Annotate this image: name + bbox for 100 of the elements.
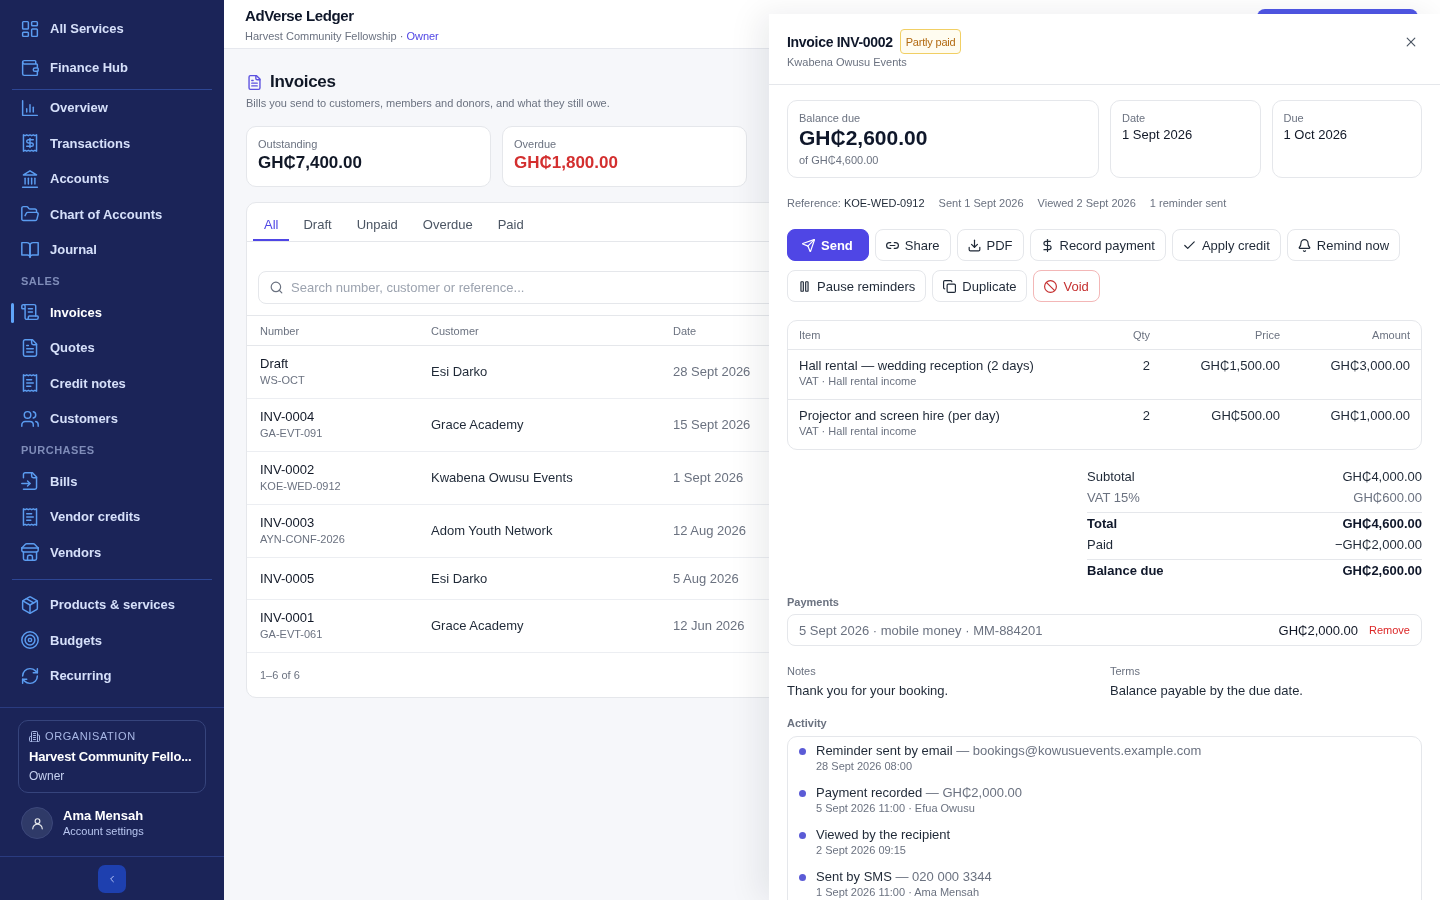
nav-item[interactable]: Finance Hub — [11, 48, 213, 87]
filter-tab[interactable]: Draft — [292, 203, 343, 241]
close-icon — [1404, 35, 1418, 49]
price-text: GH₵1,500.00 — [1199, 357, 1280, 374]
organisation-card[interactable]: ORGANISATION Harvest Community Fello... Owner — [18, 720, 206, 793]
status-badge: Partly paid — [899, 29, 962, 54]
total-label: Paid — [1087, 537, 1114, 552]
item-name: Hall rental — wedding reception (2 days) — [799, 357, 1035, 374]
stat-label: Outstanding — [258, 137, 319, 151]
paper-plane-icon — [802, 238, 815, 252]
nav-item[interactable]: Products & services — [11, 587, 213, 623]
balance-amount: GH₵2,600.00 — [799, 125, 929, 151]
nav-item[interactable]: Vendors — [11, 534, 213, 570]
column-header: Date — [673, 324, 698, 337]
action-button[interactable]: PDF — [956, 229, 1024, 261]
action-button[interactable]: Duplicate — [932, 270, 1028, 302]
invoice-number[interactable]: INV-0005 — [260, 569, 431, 587]
avatar-icon[interactable] — [21, 807, 53, 839]
action-button[interactable]: Remind now — [1286, 229, 1401, 261]
action-button[interactable]: Apply credit — [1171, 229, 1281, 261]
app-title: AdVerse Ledger — [245, 7, 355, 25]
nav-item[interactable]: Bills — [11, 463, 213, 499]
activity-time: 5 Sept 2026 11:00 · Efua Owusu — [816, 801, 976, 816]
customer-name: Grace Academy — [431, 417, 525, 432]
column-header: Amount — [1371, 329, 1410, 341]
customer-name: Esi Darko — [431, 364, 489, 379]
total-label: Balance due — [1087, 563, 1164, 578]
nav-item[interactable]: Vendor credits — [11, 499, 213, 535]
activity-time: 2 Sept 2026 09:15 — [816, 843, 907, 858]
folder-icon — [21, 205, 39, 224]
target-icon — [21, 631, 39, 650]
account-settings-link[interactable]: Account settings — [63, 823, 144, 839]
bar-chart-icon — [21, 98, 39, 117]
date-text: 12 Aug 2026 — [673, 523, 748, 538]
page-title: Invoices — [270, 71, 336, 93]
item-name: Projector and screen hire (per day) — [799, 407, 1001, 424]
nav-item[interactable]: Accounts — [11, 161, 213, 197]
action-button[interactable]: Pause reminders — [787, 270, 927, 302]
invoice-number[interactable]: Draft — [260, 355, 431, 372]
filter-tab[interactable]: Unpaid — [345, 203, 409, 241]
customer-name: Esi Darko — [431, 570, 489, 586]
action-button[interactable]: Share — [874, 229, 951, 261]
column-header: Price — [1253, 329, 1280, 341]
filter-tab[interactable]: Paid — [486, 203, 535, 241]
section-label: Notes — [787, 664, 817, 678]
nav-item[interactable]: All Services — [11, 9, 213, 48]
item-detail: VAT · Hall rental income — [799, 424, 918, 439]
nav-item[interactable]: Chart of Accounts — [11, 196, 213, 232]
activity-text: Reminder sent by email — bookings@kowusuevents.example.com — [816, 743, 1202, 759]
download-icon — [967, 238, 981, 252]
dot-icon — [799, 832, 806, 839]
invoice-number[interactable]: INV-0002 — [260, 461, 431, 478]
meta-text: 1 reminder sent — [1149, 196, 1227, 210]
nav-item[interactable]: Journal — [11, 232, 213, 268]
invoice-number[interactable]: INV-0001 — [260, 609, 431, 626]
filter-tab[interactable]: All — [253, 203, 290, 241]
nav-item[interactable]: Customers — [11, 401, 213, 437]
organisation-label: ORGANISATION — [45, 730, 136, 742]
customer-name: Adom Youth Network — [431, 523, 554, 538]
dollar-icon — [1040, 238, 1054, 252]
date-text: 12 Jun 2026 — [673, 618, 746, 633]
filter-tab[interactable]: Overdue — [411, 203, 484, 241]
date-value: 1 Sept 2026 — [1122, 126, 1194, 143]
dot-icon — [799, 748, 806, 755]
nav-item[interactable]: Transactions — [11, 125, 213, 161]
primary-button[interactable]: Send — [787, 229, 869, 261]
date-value: 1 Oct 2026 — [1283, 126, 1349, 143]
nav-item[interactable]: Budgets — [11, 622, 213, 658]
nav-item[interactable]: Recurring — [11, 658, 213, 694]
summary-label: Due — [1283, 111, 1305, 125]
users-icon — [21, 409, 39, 428]
total-value: GH₵4,000.00 — [1342, 469, 1422, 484]
amount-text: GH₵1,000.00 — [1329, 407, 1410, 424]
close-button[interactable] — [1404, 35, 1418, 49]
activity-time: 1 Sept 2026 11:00 · Ama Mensah — [816, 885, 981, 900]
search-icon — [270, 281, 283, 294]
action-button[interactable]: Record payment — [1029, 229, 1166, 261]
section-label: Payments — [787, 595, 840, 609]
reference-text: GA-EVT-091 — [260, 426, 324, 441]
customer-name: Kwabena Owusu Events — [787, 55, 908, 69]
total-value: GH₵2,600.00 — [1342, 563, 1422, 578]
nav-item[interactable]: Overview — [11, 90, 213, 126]
bank-icon — [21, 169, 39, 188]
action-button[interactable]: Void — [1033, 270, 1100, 302]
store-icon — [21, 543, 39, 562]
remove-link[interactable]: Remove — [1369, 624, 1410, 636]
stat-value: GH₵7,400.00 — [258, 152, 363, 174]
invoice-number[interactable]: INV-0004 — [260, 408, 431, 425]
terms-text: Balance payable by the due date. — [1110, 682, 1304, 699]
box-icon — [21, 595, 39, 614]
nav-item[interactable]: Invoices — [11, 294, 213, 330]
nav-item[interactable]: Credit notes — [11, 365, 213, 401]
payment-amount: GH₵2,000.00 — [1278, 622, 1359, 638]
invoice-number[interactable]: INV-0003 — [260, 514, 431, 531]
customer-name: Grace Academy — [431, 618, 525, 633]
reference-text: Reference: KOE-WED-0912 — [787, 196, 925, 210]
building-icon — [29, 730, 40, 742]
nav-item[interactable]: Quotes — [11, 330, 213, 366]
total-label: Subtotal — [1087, 469, 1135, 484]
payment-description: 5 Sept 2026 · mobile money · MM-884201 — [799, 622, 1044, 638]
